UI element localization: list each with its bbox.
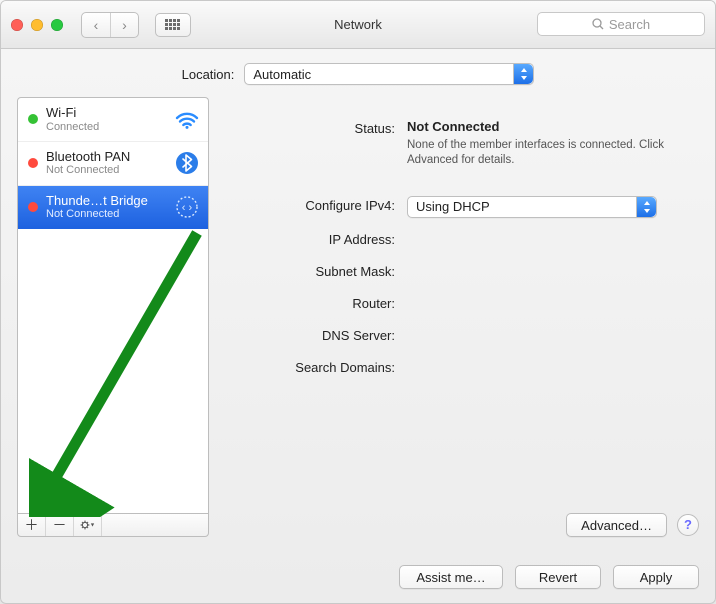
- location-popup[interactable]: Automatic: [244, 63, 534, 85]
- interface-sub: Not Connected: [46, 164, 166, 177]
- interface-title: Thunde…t Bridge: [46, 193, 166, 209]
- configure-ipv4-popup[interactable]: Using DHCP: [407, 196, 657, 218]
- bluetooth-icon: [174, 150, 200, 176]
- revert-button[interactable]: Revert: [515, 565, 601, 589]
- subnet-mask-value: [407, 262, 699, 282]
- interface-detail: Status: Not Connected None of the member…: [225, 97, 699, 537]
- svg-text:‹ ›: ‹ ›: [182, 202, 193, 214]
- ip-address-label: IP Address:: [225, 230, 395, 247]
- window-title: Network: [334, 17, 382, 32]
- content: Wi-Fi Connected: [1, 97, 715, 537]
- apply-button[interactable]: Apply: [613, 565, 699, 589]
- plus-icon: ＋: [25, 515, 39, 535]
- ip-address-value: [407, 230, 699, 250]
- configure-ipv4-value: Using DHCP: [416, 199, 490, 214]
- config-fields: Configure IPv4: Using DHCP IP Address: S…: [225, 196, 699, 378]
- grid-icon: [165, 19, 181, 31]
- search-icon: [592, 18, 604, 30]
- chevron-right-icon: ›: [122, 18, 127, 32]
- minimize-window[interactable]: [31, 19, 43, 31]
- search-field[interactable]: Search: [537, 12, 705, 36]
- dns-server-label: DNS Server:: [225, 326, 395, 343]
- status-dot-icon: [28, 202, 38, 212]
- interface-item-wifi[interactable]: Wi-Fi Connected: [18, 98, 208, 142]
- location-label: Location:: [182, 67, 235, 82]
- interface-item-bluetooth-pan[interactable]: Bluetooth PAN Not Connected: [18, 142, 208, 186]
- nav-back-forward: ‹ ›: [81, 12, 139, 38]
- show-all-prefs-button[interactable]: [155, 13, 191, 37]
- add-interface-button[interactable]: ＋: [18, 514, 46, 536]
- help-button[interactable]: ?: [677, 514, 699, 536]
- status-value: Not Connected: [407, 119, 699, 134]
- router-value: [407, 294, 699, 314]
- network-prefs-window: ‹ › Network Search Location: Automatic: [0, 0, 716, 604]
- status-label: Status:: [225, 119, 395, 136]
- interface-sub: Connected: [46, 121, 166, 134]
- minus-icon: －: [53, 515, 67, 535]
- window-controls: [11, 19, 63, 31]
- footer-buttons: Assist me… Revert Apply: [399, 565, 699, 589]
- remove-interface-button[interactable]: －: [46, 514, 74, 536]
- advanced-button[interactable]: Advanced…: [566, 513, 667, 537]
- dns-server-value: [407, 326, 699, 346]
- location-value: Automatic: [253, 67, 311, 82]
- interface-actions-menu[interactable]: [74, 514, 102, 536]
- search-placeholder: Search: [609, 17, 650, 32]
- interface-title: Wi-Fi: [46, 105, 166, 121]
- interface-list-toolbar: ＋ －: [17, 513, 209, 537]
- wifi-icon: [174, 106, 200, 132]
- search-domains-value: [407, 358, 699, 378]
- interface-list: Wi-Fi Connected: [17, 97, 209, 513]
- interfaces-sidebar: Wi-Fi Connected: [17, 97, 209, 537]
- status-row: Status: Not Connected None of the member…: [225, 119, 699, 168]
- configure-label: Configure IPv4:: [225, 196, 395, 213]
- status-desc: None of the member interfaces is connect…: [407, 138, 699, 168]
- gear-dropdown-icon: [80, 519, 95, 531]
- chevron-left-icon: ‹: [94, 18, 99, 32]
- assist-me-button[interactable]: Assist me…: [399, 565, 503, 589]
- forward-button[interactable]: ›: [110, 13, 138, 37]
- back-button[interactable]: ‹: [82, 13, 110, 37]
- interface-sub: Not Connected: [46, 208, 166, 221]
- advanced-row: Advanced… ?: [566, 513, 699, 537]
- zoom-window[interactable]: [51, 19, 63, 31]
- popup-arrows-icon: [513, 64, 533, 84]
- router-label: Router:: [225, 294, 395, 311]
- popup-arrows-icon: [636, 197, 656, 217]
- subnet-mask-label: Subnet Mask:: [225, 262, 395, 279]
- status-dot-icon: [28, 114, 38, 124]
- interface-title: Bluetooth PAN: [46, 149, 166, 165]
- titlebar: ‹ › Network Search: [1, 1, 715, 49]
- close-window[interactable]: [11, 19, 23, 31]
- status-dot-icon: [28, 158, 38, 168]
- bridge-icon: ‹ ›: [174, 194, 200, 220]
- search-domains-label: Search Domains:: [225, 358, 395, 375]
- interface-item-thunderbolt-bridge[interactable]: Thunde…t Bridge Not Connected ‹ ›: [18, 186, 208, 230]
- location-row: Location: Automatic: [1, 49, 715, 97]
